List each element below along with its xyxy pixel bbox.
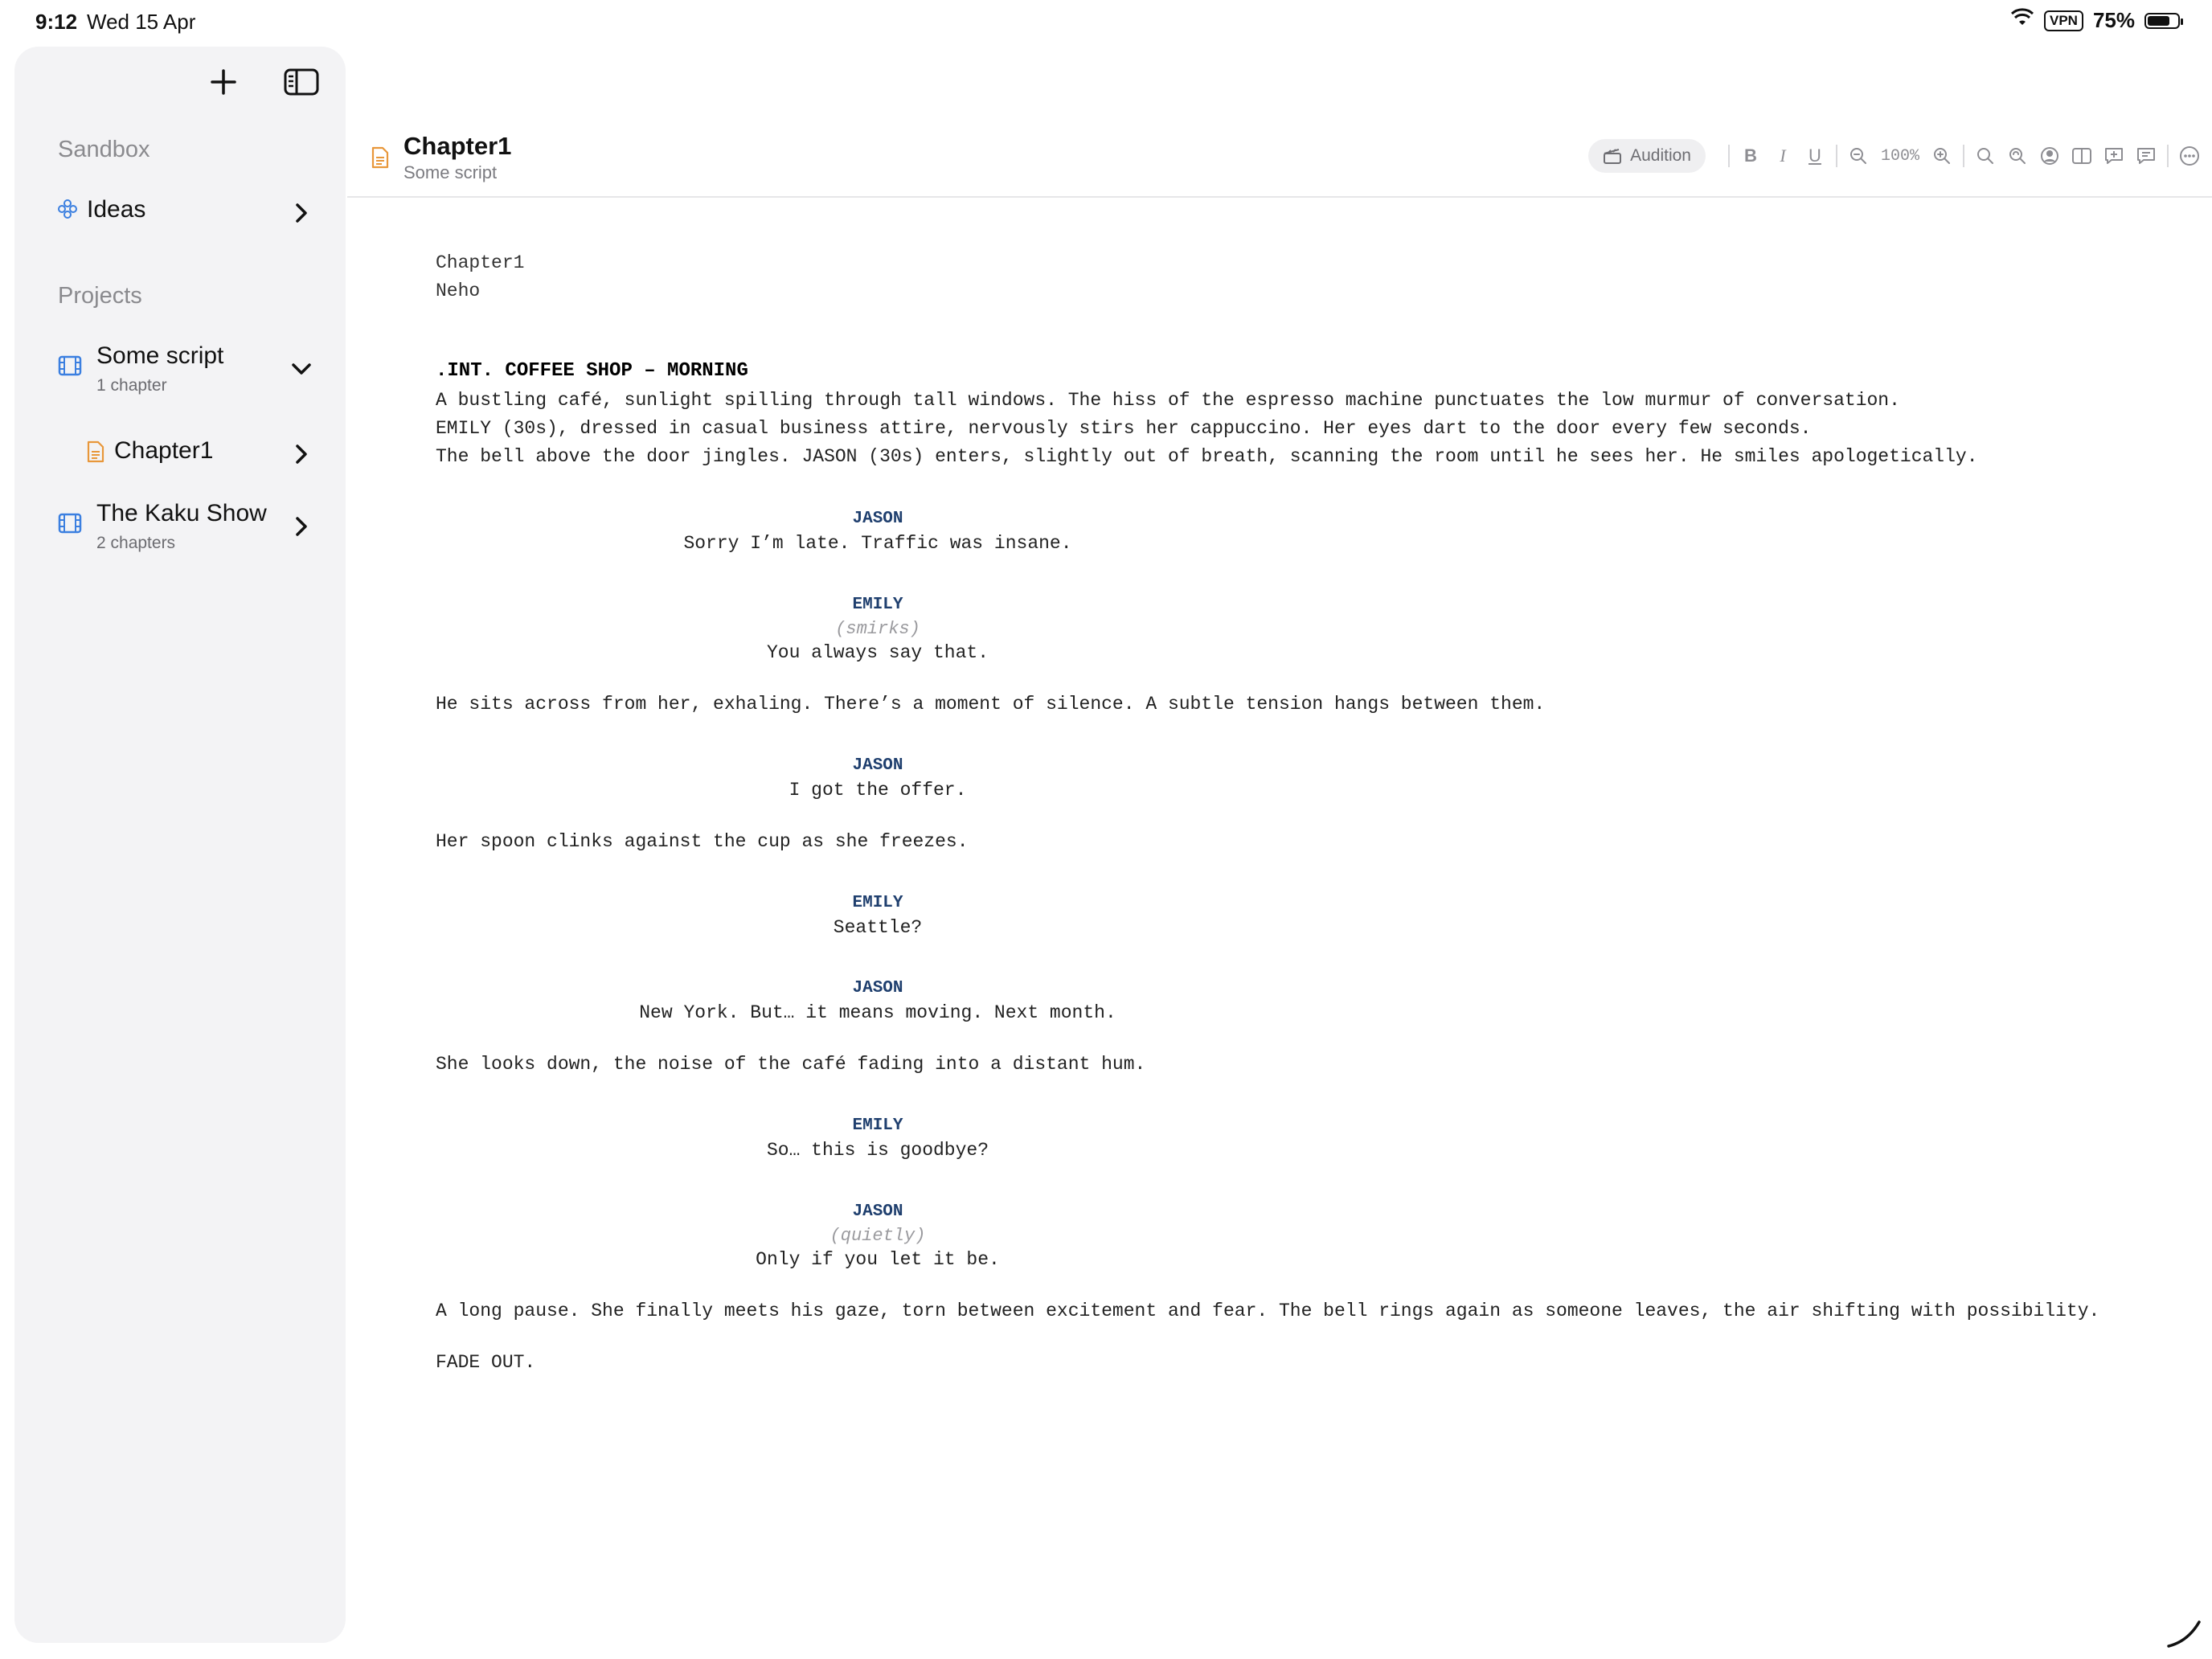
project-item-the-kaku-show[interactable]: The Kaku Show 2 chapters bbox=[14, 497, 346, 561]
title-page-line: Neho bbox=[436, 281, 481, 301]
dialogue-line: Seattle? bbox=[833, 917, 923, 938]
split-view-button[interactable] bbox=[2066, 140, 2098, 172]
find-replace-button[interactable] bbox=[2001, 140, 2034, 172]
project-name: The Kaku Show bbox=[96, 500, 267, 526]
add-button[interactable] bbox=[199, 58, 248, 106]
wifi-icon bbox=[2010, 8, 2034, 33]
add-comment-icon bbox=[2105, 148, 2123, 164]
dialogue-line: New York. But… it means moving. Next mon… bbox=[639, 1002, 1116, 1023]
comments-icon bbox=[2137, 148, 2155, 164]
document-icon bbox=[371, 146, 389, 173]
split-view-icon bbox=[2072, 148, 2091, 164]
zoom-in-button[interactable] bbox=[1926, 140, 1958, 172]
sidebar-item-ideas[interactable]: Ideas bbox=[14, 190, 346, 235]
search-button[interactable] bbox=[1969, 140, 2001, 172]
project-chapter-count: 1 chapter bbox=[96, 376, 167, 395]
vpn-badge: VPN bbox=[2043, 10, 2083, 31]
transition: FADE OUT. bbox=[436, 1352, 536, 1373]
editor-toolbar: Audition B I U 100% bbox=[1588, 138, 2212, 174]
action-line: He sits across from her, exhaling. There… bbox=[436, 694, 1546, 715]
italic-button[interactable]: I bbox=[1767, 140, 1799, 172]
dialogue-line: Only if you let it be. bbox=[756, 1249, 1000, 1270]
chevron-right-icon bbox=[296, 444, 307, 464]
parenthetical: (quietly) bbox=[830, 1226, 926, 1246]
zoom-level: 100% bbox=[1880, 146, 1919, 166]
film-icon bbox=[58, 513, 82, 538]
action-line: The bell above the door jingles. JASON (… bbox=[436, 446, 1978, 467]
sandbox-section-title: Sandbox bbox=[58, 137, 150, 162]
projects-section-title: Projects bbox=[58, 283, 142, 309]
zoom-in-icon bbox=[1934, 148, 1950, 164]
toolbar-divider bbox=[1963, 145, 1964, 167]
character-name: JASON bbox=[852, 510, 903, 528]
comments-button[interactable] bbox=[2130, 140, 2162, 172]
audition-label: Audition bbox=[1630, 146, 1691, 165]
dialogue-line: Sorry I’m late. Traffic was insane. bbox=[683, 533, 1072, 554]
sidebar-icon bbox=[284, 68, 319, 96]
toolbar-divider bbox=[1835, 145, 1837, 167]
toolbar-divider bbox=[2167, 145, 2169, 167]
characters-icon bbox=[2041, 147, 2058, 165]
character-name: EMILY bbox=[852, 894, 903, 912]
clapperboard-icon bbox=[1604, 149, 1622, 164]
chevron-down-icon[interactable] bbox=[289, 357, 313, 381]
resize-handle-icon[interactable] bbox=[2164, 1617, 2204, 1649]
action-line: A long pause. She finally meets his gaze… bbox=[436, 1301, 2100, 1321]
character-name: EMILY bbox=[852, 596, 903, 614]
project-chapter-count: 2 chapters bbox=[96, 534, 176, 552]
dialogue-line: So… this is goodbye? bbox=[766, 1140, 989, 1161]
dialogue-line: You always say that. bbox=[766, 642, 989, 663]
action-line: She looks down, the noise of the café fa… bbox=[436, 1054, 1146, 1075]
zoom-out-icon bbox=[1849, 148, 1866, 164]
battery-icon bbox=[2144, 12, 2183, 29]
plus-icon bbox=[211, 69, 236, 95]
action-line: Her spoon clinks against the cup as she … bbox=[436, 831, 969, 852]
dialogue-line: I got the offer. bbox=[789, 780, 967, 801]
toggle-sidebar-button[interactable] bbox=[277, 58, 326, 106]
status-time: 9:12 bbox=[35, 10, 78, 34]
add-comment-button[interactable] bbox=[2098, 140, 2130, 172]
find-replace-icon bbox=[2009, 148, 2026, 164]
more-button[interactable] bbox=[2173, 140, 2206, 172]
project-item-some-script[interactable]: Some script 1 chapter bbox=[14, 339, 346, 403]
ideas-icon bbox=[58, 199, 77, 223]
status-bar: 9:12 Wed 15 Apr VPN 75% bbox=[0, 0, 2212, 45]
bold-button[interactable]: B bbox=[1735, 140, 1767, 172]
more-icon bbox=[2180, 146, 2199, 166]
document-icon bbox=[87, 440, 104, 467]
audition-button[interactable]: Audition bbox=[1588, 139, 1706, 173]
zoom-out-button[interactable] bbox=[1842, 140, 1874, 172]
parenthetical: (smirks) bbox=[835, 619, 920, 639]
chapter-item-chapter1[interactable]: Chapter1 bbox=[14, 428, 346, 476]
battery-percent: 75% bbox=[2092, 8, 2135, 32]
document-title: Chapter1 bbox=[403, 132, 512, 160]
scene-heading: .INT. COFFEE SHOP – MORNING bbox=[436, 360, 748, 382]
character-name: EMILY bbox=[852, 1116, 903, 1135]
underline-button[interactable]: U bbox=[1799, 140, 1831, 172]
document-subtitle: Some script bbox=[403, 162, 498, 182]
sidebar: Sandbox Ideas Projects Some script 1 cha… bbox=[14, 47, 346, 1643]
title-page-line: Chapter1 bbox=[436, 252, 525, 273]
status-indicators: VPN 75% bbox=[2010, 8, 2183, 33]
characters-button[interactable] bbox=[2034, 140, 2066, 172]
character-name: JASON bbox=[852, 979, 903, 997]
document-header: Chapter1 Some script Audition B I U 100% bbox=[347, 121, 2212, 198]
character-name: JASON bbox=[852, 1202, 903, 1221]
character-name: JASON bbox=[852, 756, 903, 775]
chapter-label: Chapter1 bbox=[114, 437, 214, 464]
status-date: Wed 15 Apr bbox=[87, 10, 196, 34]
action-line: A bustling café, sunlight spilling throu… bbox=[436, 390, 1900, 411]
chevron-right-icon bbox=[296, 517, 307, 536]
search-icon bbox=[1977, 148, 1993, 164]
action-line: EMILY (30s), dressed in casual business … bbox=[436, 418, 1812, 439]
film-icon bbox=[58, 355, 82, 380]
project-name: Some script bbox=[96, 342, 224, 369]
toolbar-divider bbox=[1727, 145, 1730, 167]
chevron-right-icon bbox=[296, 203, 307, 223]
ideas-label: Ideas bbox=[87, 196, 146, 223]
